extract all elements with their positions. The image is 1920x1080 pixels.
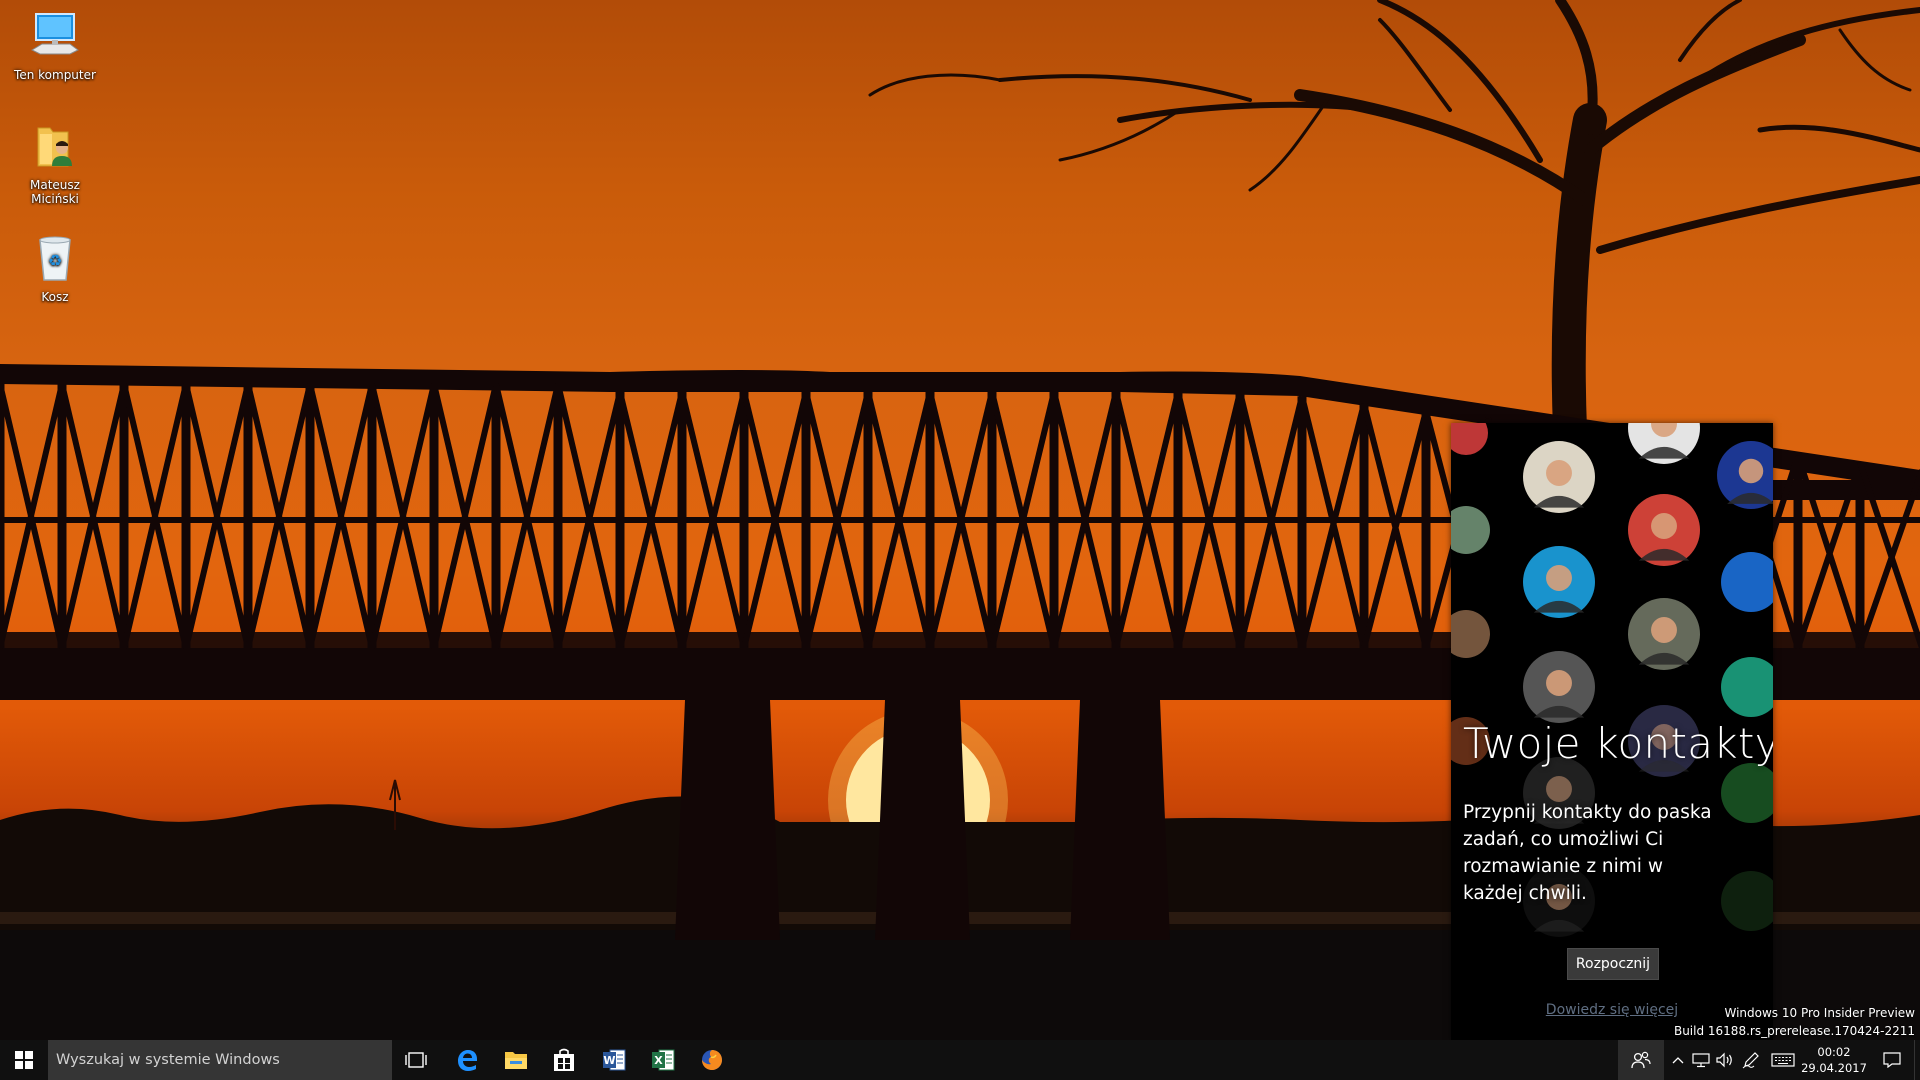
- keyboard-icon: [1771, 1053, 1795, 1067]
- network-icon: [1692, 1053, 1710, 1068]
- people-icon: [1631, 1051, 1651, 1069]
- svg-text:X: X: [654, 1054, 663, 1067]
- contact-avatar: [1721, 871, 1773, 931]
- desktop-icon-user-folder[interactable]: Mateusz Miciński: [7, 120, 103, 206]
- excel-icon: X: [652, 1049, 675, 1071]
- clock-date: 29.04.2017: [1801, 1061, 1867, 1075]
- build-watermark: Windows 10 Pro Insider Preview Build 161…: [1674, 1004, 1915, 1040]
- desktop-icon-this-pc[interactable]: Ten komputer: [7, 10, 103, 82]
- desktop-icon-label: Ten komputer: [14, 68, 96, 82]
- taskbar: Wyszukaj w systemie Windows W X 00:02 29…: [0, 1040, 1920, 1080]
- start-button[interactable]: [0, 1040, 48, 1080]
- taskbar-app-firefox[interactable]: [688, 1040, 736, 1080]
- clock-time: 00:02: [1817, 1045, 1851, 1059]
- avatar-face: [1546, 460, 1572, 486]
- contact-avatar: [1451, 610, 1490, 658]
- taskbar-app-edge[interactable]: [443, 1040, 491, 1080]
- notification-icon: [1883, 1052, 1901, 1068]
- volume-tray-button[interactable]: [1714, 1040, 1736, 1080]
- edge-icon: [458, 1050, 477, 1071]
- contact-avatar: [1721, 657, 1773, 717]
- tree-silhouette: [868, 0, 1920, 447]
- desktop-icon-recycle-bin[interactable]: ♻ Kosz: [7, 232, 103, 304]
- taskbar-app-excel[interactable]: X: [639, 1040, 687, 1080]
- network-tray-button[interactable]: [1690, 1040, 1712, 1080]
- action-center-button[interactable]: [1872, 1040, 1912, 1080]
- windows-ink-button[interactable]: [1740, 1040, 1762, 1080]
- taskbar-app-file-explorer[interactable]: [492, 1040, 540, 1080]
- avatar-face: [1546, 670, 1572, 696]
- watermark-line-2: Build 16188.rs_prerelease.170424-2211: [1673, 1024, 1915, 1038]
- contact-avatar: [1451, 506, 1490, 554]
- windows-logo-icon: [15, 1051, 33, 1069]
- word-icon: W: [603, 1049, 626, 1071]
- people-flyout: Twoje kontakty Przypnij kontakty do pask…: [1451, 423, 1773, 1040]
- watermark-line-1: Windows 10 Pro Insider Preview: [1724, 1006, 1915, 1020]
- computer-icon: [28, 10, 82, 64]
- flyout-title: Twoje kontakty: [1463, 719, 1773, 768]
- avatar-face: [1651, 617, 1677, 643]
- svg-text:♻: ♻: [48, 251, 62, 270]
- taskbar-people-button[interactable]: [1618, 1040, 1664, 1080]
- svg-text:W: W: [603, 1054, 615, 1067]
- search-input[interactable]: Wyszukaj w systemie Windows: [48, 1040, 392, 1080]
- taskbar-app-store[interactable]: [540, 1040, 588, 1080]
- avatar-face: [1738, 458, 1764, 484]
- avatar-face: [1546, 565, 1572, 591]
- recycle-bin-icon: ♻: [28, 232, 82, 286]
- pen-icon: [1742, 1052, 1759, 1069]
- get-started-button[interactable]: Rozpocznij: [1567, 948, 1659, 980]
- user-folder-icon: [28, 120, 82, 174]
- show-hidden-icons-button[interactable]: [1668, 1040, 1688, 1080]
- store-icon: [554, 1048, 574, 1071]
- touch-keyboard-button[interactable]: [1768, 1040, 1798, 1080]
- taskbar-clock[interactable]: 00:02 29.04.2017: [1800, 1044, 1868, 1076]
- avatar-face: [1651, 513, 1677, 539]
- contact-avatar: [1721, 763, 1773, 823]
- show-desktop-button[interactable]: [1914, 1040, 1920, 1080]
- chevron-up-icon: [1672, 1057, 1684, 1064]
- flyout-description: Przypnij kontakty do paska zadań, co umo…: [1463, 802, 1712, 904]
- taskbar-app-word[interactable]: W: [590, 1040, 638, 1080]
- task-view-icon: [405, 1052, 427, 1068]
- contact-avatar: [1451, 423, 1488, 455]
- desktop-icon-label: Mateusz Miciński: [30, 178, 80, 206]
- contact-avatar: [1721, 552, 1773, 612]
- firefox-icon: [702, 1050, 722, 1070]
- file-explorer-icon: [505, 1052, 527, 1069]
- task-view-button[interactable]: [392, 1040, 440, 1080]
- volume-icon: [1716, 1052, 1732, 1068]
- desktop-icon-label: Kosz: [41, 290, 69, 304]
